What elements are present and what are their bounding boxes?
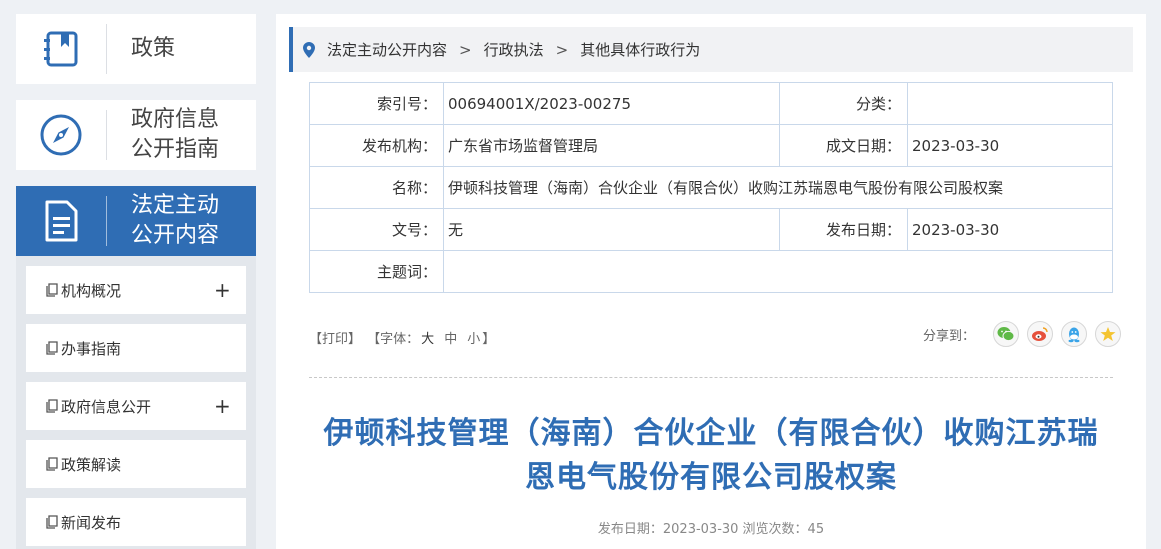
submenu-item-service-guide[interactable]: 办事指南 [26, 324, 246, 372]
index-value: 00694001X/2023-00275 [443, 82, 780, 125]
written-date-value: 2023-03-30 [907, 124, 1113, 167]
submenu-item-label: 机构概况 [61, 281, 122, 300]
table-row: 发布机构： 广东省市场监督管理局 成文日期： 2023-03-30 [309, 124, 1113, 167]
doc-icon [46, 515, 58, 529]
weibo-icon[interactable] [1027, 321, 1053, 347]
main-content: 法定主动公开内容 > 行政执法 > 其他具体行政行为 索引号： 00694001… [276, 14, 1146, 549]
name-value: 伊顿科技管理（海南）合伙企业（有限合伙）收购江苏瑞恩电气股份有限公司股权案 [443, 166, 1113, 209]
breadcrumb-separator: > [459, 40, 472, 59]
article-tools: 【打印】 【字体：大中小】 [309, 328, 497, 347]
print-link[interactable]: 【打印】 [309, 332, 361, 347]
submenu-item-label: 办事指南 [61, 339, 122, 358]
doc-number-value: 无 [443, 208, 780, 251]
font-size-prefix: 【字体： [367, 332, 420, 347]
submenu-item-policy-interpretation[interactable]: 政策解读 [26, 440, 246, 488]
font-size-medium-link[interactable]: 中 [444, 332, 457, 347]
article-title: 伊顿科技管理（海南）合伙企业（有限合伙）收购江苏瑞 恩电气股份有限公司股权案 [323, 416, 1099, 495]
sidebar-item-label: 政府信息 公开指南 [131, 107, 220, 162]
document-icon [16, 186, 106, 256]
submenu-item-label: 政策解读 [61, 455, 122, 474]
compass-icon [16, 100, 106, 170]
breadcrumb: 法定主动公开内容 > 行政执法 > 其他具体行政行为 [289, 27, 1133, 72]
qq-icon[interactable] [1061, 321, 1087, 347]
table-row: 名称： 伊顿科技管理（海南）合伙企业（有限合伙）收购江苏瑞恩电气股份有限公司股权… [309, 166, 1113, 209]
table-row: 文号： 无 发布日期： 2023-03-30 [309, 208, 1113, 251]
publisher-label: 发布机构： [309, 124, 444, 167]
doc-icon [46, 457, 58, 471]
submenu-item-news-release[interactable]: 新闻发布 [26, 498, 246, 546]
sidebar-item-policy[interactable]: 政策 [16, 14, 256, 84]
expand-icon[interactable]: + [214, 278, 231, 302]
submenu-item-label: 政府信息公开 [61, 397, 152, 416]
breadcrumb-separator: > [555, 40, 569, 59]
publish-date-value: 2023-03-30 [907, 208, 1113, 251]
location-pin-icon [303, 41, 315, 58]
written-date-label: 成文日期： [779, 124, 908, 167]
doc-icon [46, 283, 58, 297]
sidebar-item-guide[interactable]: 政府信息 公开指南 [16, 100, 256, 170]
share-label: 分享到： [922, 328, 975, 344]
table-row: 索引号： 00694001X/2023-00275 分类： [309, 82, 1113, 125]
left-sidebar: 政策 政府信息 公开指南 法定主动 公开内容 机构概况 + 办事指南 政府信息公… [16, 14, 256, 549]
doc-number-label: 文号： [309, 208, 444, 251]
submenu-item-label: 新闻发布 [61, 513, 122, 532]
sidebar-item-label: 政策 [131, 36, 176, 61]
doc-icon [46, 399, 58, 413]
sidebar-submenu: 机构概况 + 办事指南 政府信息公开 + 政策解读 新闻发布 [16, 256, 256, 549]
category-label: 分类： [779, 82, 908, 125]
expand-icon[interactable]: + [214, 394, 231, 418]
sidebar-item-statutory-disclosure[interactable]: 法定主动 公开内容 [16, 186, 256, 256]
table-row: 主题词： [309, 250, 1113, 293]
keywords-value [443, 250, 1113, 293]
breadcrumb-item[interactable]: 其他具体行政行为 [580, 39, 700, 60]
qzone-icon[interactable] [1095, 321, 1121, 347]
article-meta: 发布日期：2023-03-30 浏览次数：45 [597, 522, 825, 537]
keywords-label: 主题词： [309, 250, 444, 293]
name-label: 名称： [309, 166, 444, 209]
publish-date-label: 发布日期： [779, 208, 908, 251]
wechat-icon[interactable] [993, 321, 1019, 347]
submenu-item-org-overview[interactable]: 机构概况 + [26, 266, 246, 314]
breadcrumb-item[interactable]: 行政执法 [484, 39, 544, 60]
submenu-item-gov-info-disclosure[interactable]: 政府信息公开 + [26, 382, 246, 430]
doc-icon [46, 341, 58, 355]
divider [309, 377, 1113, 378]
document-info-table: 索引号： 00694001X/2023-00275 分类： 发布机构： 广东省市… [309, 82, 1113, 293]
share-bar: 分享到： [923, 321, 1121, 347]
breadcrumb-item[interactable]: 法定主动公开内容 [327, 39, 447, 60]
index-label: 索引号： [309, 82, 444, 125]
category-value [907, 82, 1113, 125]
font-size-large-link[interactable]: 大 [421, 332, 434, 347]
sidebar-item-label: 法定主动 公开内容 [131, 193, 220, 248]
book-icon [16, 14, 106, 84]
publisher-value: 广东省市场监督管理局 [443, 124, 780, 167]
font-size-suffix: 】 [482, 332, 496, 347]
font-size-small-link[interactable]: 小 [467, 332, 480, 347]
